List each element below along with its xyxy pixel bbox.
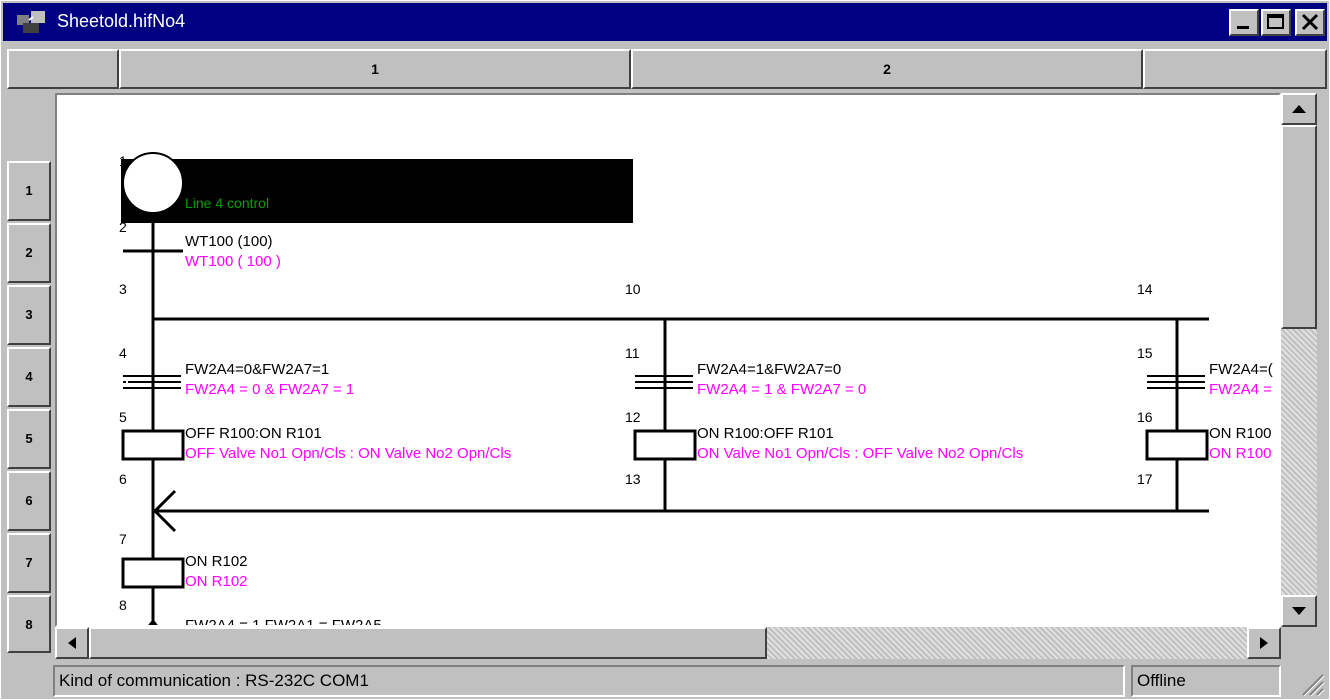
status-bar: Kind of communication : RS-232C COM1 Off…: [3, 663, 1329, 699]
cond-number-4: 4: [119, 345, 127, 361]
close-icon: [1301, 13, 1319, 31]
branch-2-condition[interactable]: FW2A4=1&FW2A7=0: [697, 361, 841, 378]
scroll-corner: [1281, 627, 1317, 659]
step-number-7: 7: [119, 531, 127, 547]
branch-3-action[interactable]: ON R100: [1209, 425, 1272, 442]
branch-2-action[interactable]: ON R100:OFF R101: [697, 425, 834, 442]
branch-2-action-comment: ON Valve No1 Opn/Cls : OFF Valve No2 Opn…: [697, 445, 1024, 462]
end-number-17: 17: [1137, 471, 1153, 487]
step-number-12: 12: [625, 409, 641, 425]
close-button[interactable]: [1295, 9, 1325, 36]
corner-header: [7, 49, 119, 89]
row-header-5[interactable]: 5: [7, 409, 51, 469]
app-icon: [17, 11, 45, 33]
branch-1-condition[interactable]: FW2A4=0&FW2A7=1: [185, 361, 329, 378]
row-header-2[interactable]: 2: [7, 223, 51, 283]
arrow-up-icon: [1292, 105, 1306, 113]
branch-1-condition-comment: FW2A4 = 0 & FW2A7 = 1: [185, 381, 355, 398]
horizontal-scroll-thumb[interactable]: [89, 627, 767, 659]
row-header-6[interactable]: 6: [7, 471, 51, 531]
resize-grip-icon[interactable]: [1297, 669, 1325, 697]
end-number-6: 6: [119, 471, 127, 487]
vertical-scroll-thumb[interactable]: [1281, 125, 1317, 329]
branch-1-action[interactable]: OFF R100:ON R101: [185, 425, 322, 442]
branch-3-condition[interactable]: FW2A4=(: [1209, 361, 1273, 378]
column-header-3[interactable]: [1143, 49, 1327, 89]
step-8-label[interactable]: FW2A4 = 1 FW2A1 = FW2A5: [185, 617, 382, 625]
connection-state: Offline: [1131, 665, 1281, 697]
horizontal-scrollbar[interactable]: [55, 627, 1281, 659]
step-number-2: 2: [119, 219, 127, 235]
column-header-2[interactable]: 2: [631, 49, 1143, 89]
step-7-comment: ON R102: [185, 573, 248, 590]
branch-3-action-comment: ON R100: [1209, 445, 1272, 462]
row-header-1[interactable]: 1: [7, 161, 51, 221]
step-number-16: 16: [1137, 409, 1153, 425]
row-header-7[interactable]: 7: [7, 533, 51, 593]
scroll-up-button[interactable]: [1281, 93, 1317, 125]
branch-number-10: 10: [625, 281, 641, 297]
title-bar[interactable]: Sheetold.hifNo4: [3, 3, 1327, 41]
scroll-left-button[interactable]: [55, 627, 89, 659]
row-header-8[interactable]: 8: [7, 595, 51, 653]
cond-number-11: 11: [625, 345, 640, 361]
vertical-scrollbar[interactable]: [1281, 93, 1317, 627]
end-number-13: 13: [625, 471, 641, 487]
branch-number-14: 14: [1137, 281, 1153, 297]
column-header-1[interactable]: 1: [119, 49, 631, 89]
window-title: Sheetold.hifNo4: [57, 11, 186, 31]
step-number-8: 8: [119, 597, 127, 613]
communication-status: Kind of communication : RS-232C COM1: [53, 665, 1125, 697]
scroll-right-button[interactable]: [1247, 627, 1281, 659]
row-header-3[interactable]: 3: [7, 285, 51, 345]
branch-number-3: 3: [119, 281, 127, 297]
branch-1-action-comment: OFF Valve No1 Opn/Cls : ON Valve No2 Opn…: [185, 445, 512, 462]
arrow-down-icon: [1292, 607, 1306, 615]
app-window: Sheetold.hifNo4 1 2 1 2 3 4 5 6 7 8 1 Li…: [0, 0, 1330, 700]
cond-number-15: 15: [1137, 345, 1153, 361]
initial-step-label[interactable]: Line 4 control: [185, 195, 269, 211]
step-number-1: 1: [119, 153, 127, 169]
arrow-left-icon: [68, 637, 76, 649]
minimize-button[interactable]: [1229, 9, 1259, 36]
scroll-down-button[interactable]: [1281, 595, 1317, 627]
step-7-action[interactable]: ON R102: [185, 553, 248, 570]
step-number-5: 5: [119, 409, 127, 425]
branch-2-condition-comment: FW2A4 = 1 & FW2A7 = 0: [697, 381, 867, 398]
arrow-right-icon: [1260, 637, 1268, 649]
sfc-canvas[interactable]: 1 Line 4 control 2 WT100 (100) WT100 ( 1…: [55, 93, 1281, 627]
transition-label-2[interactable]: WT100 (100): [185, 233, 273, 250]
branch-3-condition-comment: FW2A4 =: [1209, 381, 1272, 398]
maximize-button[interactable]: [1261, 9, 1291, 36]
transition-comment-2: WT100 ( 100 ): [185, 253, 281, 270]
maximize-icon: [1267, 14, 1284, 29]
minimize-icon: [1237, 26, 1249, 29]
row-header-4[interactable]: 4: [7, 347, 51, 407]
